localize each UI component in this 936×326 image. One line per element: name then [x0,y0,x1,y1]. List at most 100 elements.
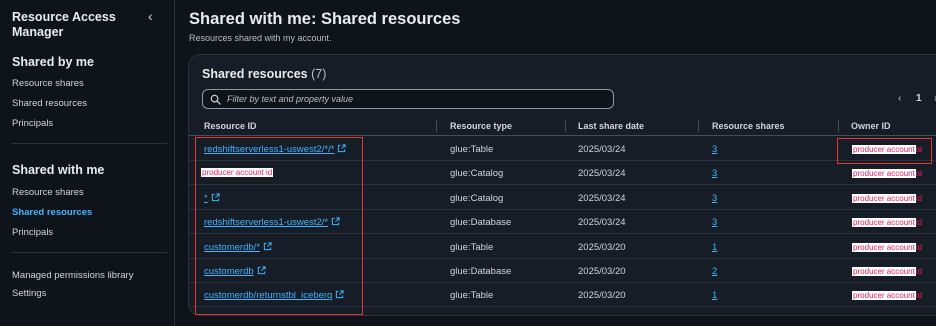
sidebar-title[interactable]: Resource Access Manager [12,10,142,40]
sidebar-divider [12,143,167,144]
owner-id-suffix: id [915,169,923,179]
table-row: producer account id glue:Catalog 2025/03/2… [189,161,936,186]
resource-type: glue:Database [450,217,512,229]
resource-id-text[interactable]: customerdb/returnstbl_iceberg [204,290,332,301]
owner-id: producer accountid [852,242,922,253]
column-separator[interactable] [698,120,699,132]
sidebar-item-shared-resources-with-me[interactable]: Shared resources [12,207,92,218]
last-share-date: 2025/03/24 [578,168,626,180]
resource-id-text[interactable]: customerdb [204,266,254,277]
owner-id: producer accountid [852,266,922,277]
panel-count: (7) [311,67,327,81]
last-share-date: 2025/03/24 [578,144,626,155]
last-share-date: 2025/03/20 [578,266,626,277]
column-header-resource-shares[interactable]: Resource shares [712,121,785,131]
page-title: Shared with me: Shared resources [189,10,461,28]
table-row: redshiftserverless1-uswest2/*/* glue:Tabl… [189,137,936,161]
pagination-prev-icon[interactable]: ‹ [898,93,901,104]
shared-resources-panel: Shared resources (7) ‹ 1 › Resource ID R… [188,54,936,316]
sidebar-item-resource-shares-by-me[interactable]: Resource shares [12,78,84,89]
resource-type: glue:Table [450,290,494,302]
table-header-divider [189,135,936,136]
owner-id-redacted: producer account [852,145,916,154]
column-separator[interactable] [565,120,566,132]
resource-type: glue:Table [450,241,494,253]
resource-shares-link[interactable]: 1 [712,242,717,253]
resource-id-link[interactable]: customerdb/* [204,242,272,253]
column-header-resource-type[interactable]: Resource type [450,121,512,131]
external-link-icon [263,241,272,250]
external-link-icon [338,144,347,153]
sidebar-item-settings[interactable]: Settings [12,288,46,299]
resource-shares-link[interactable]: 2 [712,266,717,277]
column-header-owner-id[interactable]: Owner ID [851,121,891,131]
owner-id: producer accountid [852,168,922,179]
external-link-icon [331,217,340,226]
owner-id-redacted: producer account [852,193,916,203]
filter-input[interactable] [227,92,607,106]
resource-type: glue:Catalog [450,192,504,204]
column-separator[interactable] [436,120,437,132]
filter-search-box[interactable] [202,89,614,109]
owner-id-suffix: id [915,242,923,252]
sidebar-item-principals-by-me[interactable]: Principals [12,118,53,129]
owner-id: producer accountid [852,144,922,155]
owner-id-suffix: id [915,193,923,203]
table-header: Resource ID Resource type Last share dat… [189,117,936,135]
owner-id-redacted: producer account [852,267,916,276]
resource-type: glue:Catalog [450,168,504,180]
owner-id: producer accountid [852,193,922,204]
resource-type: glue:Table [450,144,494,155]
owner-id-redacted: producer account [852,218,916,228]
last-share-date: 2025/03/24 [578,217,626,229]
column-header-resource-id[interactable]: Resource ID [204,121,257,131]
table-row: * glue:Catalog 2025/03/24 3 producer account… [189,186,936,210]
panel-title-text: Shared resources [202,67,308,81]
table-row: redshiftserverless1-uswest2/* glue:Databa… [189,210,936,235]
resource-id-link[interactable]: * [204,193,220,204]
table-row: customerdb/returnstbl_iceberg glue:Table 2… [189,283,936,308]
owner-id-suffix: id [915,267,923,276]
column-separator[interactable] [838,120,839,132]
last-share-date: 2025/03/20 [578,241,626,253]
owner-id-redacted: producer account [852,242,916,252]
external-link-icon [257,266,266,275]
owner-id-suffix: id [915,291,923,301]
owner-id: producer accountid [852,290,922,301]
sidebar-item-principals-with-me[interactable]: Principals [12,227,53,238]
last-share-date: 2025/03/20 [578,290,626,302]
resource-id-link[interactable]: redshiftserverless1-uswest2/*/* [204,144,347,155]
last-share-date: 2025/03/24 [578,192,626,204]
resource-shares-link[interactable]: 3 [712,217,717,228]
resource-id-link[interactable]: redshiftserverless1-uswest2/* [204,217,340,228]
column-header-last-share-date[interactable]: Last share date [578,121,644,131]
resource-type: glue:Database [450,266,512,277]
sidebar-item-resource-shares-with-me[interactable]: Resource shares [12,187,84,198]
resource-shares-link[interactable]: 1 [712,290,717,301]
sidebar-item-shared-resources-by-me[interactable]: Shared resources [12,98,87,109]
resource-id-text[interactable]: redshiftserverless1-uswest2/* [204,217,328,228]
resource-id-link[interactable]: customerdb/returnstbl_iceberg [204,290,344,301]
resource-shares-link[interactable]: 3 [712,144,717,155]
pagination-page-1[interactable]: 1 [916,93,922,104]
owner-id-suffix: id [915,218,923,228]
resource-id-link[interactable]: customerdb [204,266,266,277]
owner-id: producer accountid [852,217,922,228]
resource-shares-link[interactable]: 3 [712,193,717,204]
sidebar-collapse-icon[interactable]: ‹ [148,8,153,24]
sidebar-heading-shared-by-me: Shared by me [12,55,94,69]
resource-id-text[interactable]: customerdb/* [204,242,260,253]
external-link-icon [211,193,220,201]
table-row: customerdb/* glue:Table 2025/03/20 1 produce… [189,235,936,259]
owner-id-suffix: id [915,145,923,154]
resource-id-text[interactable]: * [204,193,208,204]
external-link-icon [336,290,344,299]
resource-id-redacted: producer account id [201,168,274,178]
resource-shares-link[interactable]: 3 [712,168,717,179]
search-icon [210,94,221,105]
sidebar-item-managed-permissions[interactable]: Managed permissions library [12,270,133,281]
page-subtitle: Resources shared with my account. [189,33,332,43]
sidebar: Resource Access Manager ‹ Shared by me R… [0,0,175,326]
resource-id-text[interactable]: redshiftserverless1-uswest2/*/* [204,144,334,155]
sidebar-divider [12,252,167,253]
